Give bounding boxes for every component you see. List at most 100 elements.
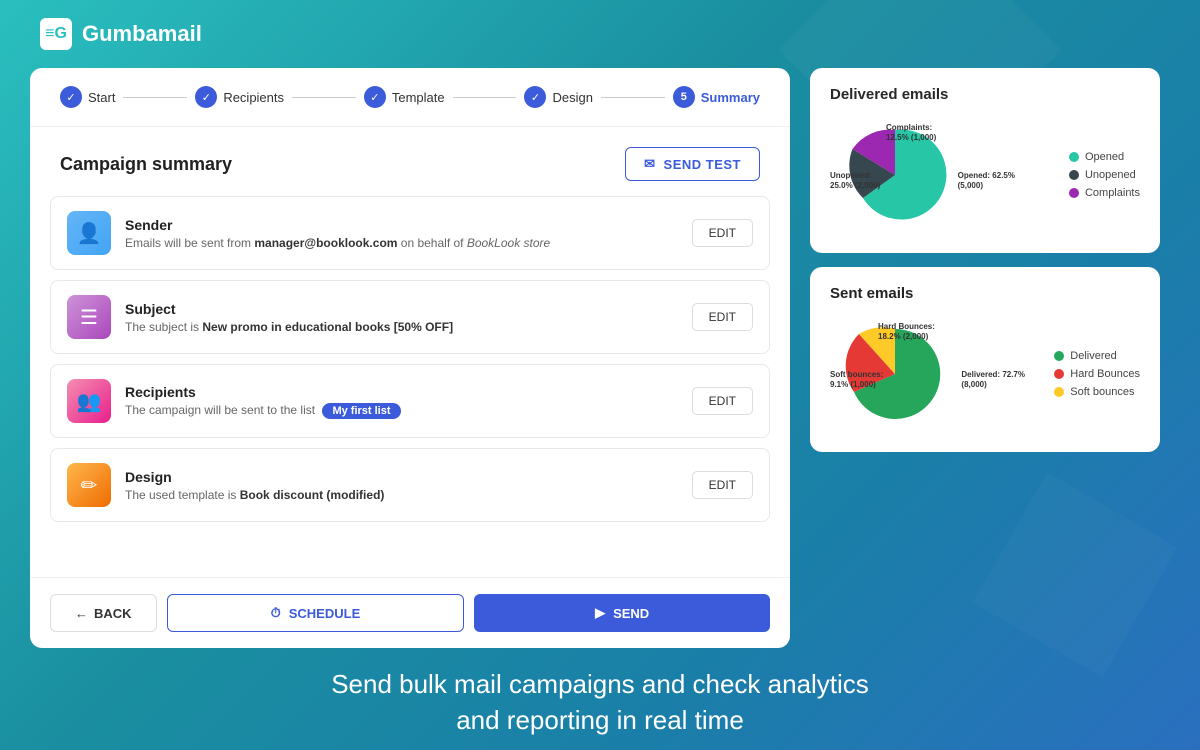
opened-dot: [1069, 152, 1079, 162]
sent-emails-title: Sent emails: [830, 285, 1140, 302]
sender-icon: 👤: [77, 221, 102, 246]
sender-title: Sender: [125, 217, 678, 233]
opened-annotation: Opened: 62.5%(5,000): [958, 171, 1015, 192]
unopened-annotation: Unopened:25.0% (2,000): [830, 171, 880, 192]
send-button[interactable]: ▶ SEND: [474, 594, 770, 632]
soft-bounces-dot: [1054, 387, 1064, 397]
design-prefix: The used template is: [125, 488, 240, 502]
summary-item-subject: ☰ Subject The subject is New promo in ed…: [50, 280, 770, 354]
summary-item-sender: 👤 Sender Emails will be sent from manage…: [50, 196, 770, 270]
soft-bounces-legend: Soft bounces: [1054, 386, 1140, 398]
send-test-button[interactable]: ✉ SEND TEST: [625, 147, 760, 181]
campaign-header: Campaign summary ✉ SEND TEST: [30, 127, 790, 196]
sender-desc-mid: on behalf of: [397, 236, 466, 250]
sender-desc: Emails will be sent from manager@bookloo…: [125, 236, 678, 250]
step-start: ✓ Start: [60, 86, 115, 108]
step-line-2: [292, 97, 356, 98]
sender-edit-button[interactable]: EDIT: [692, 219, 753, 247]
send-test-label: SEND TEST: [664, 157, 741, 172]
envelope-icon: ✉: [644, 156, 655, 172]
soft-bounces-annotation: Soft bounces:9.1% (1,000): [830, 370, 883, 391]
step-line-3: [453, 97, 517, 98]
campaign-title: Campaign summary: [60, 154, 232, 175]
design-edit-button[interactable]: EDIT: [692, 471, 753, 499]
recipients-icon-wrap: 👥: [67, 379, 111, 423]
stepper: ✓ Start ✓ Recipients ✓ Template ✓ Design…: [30, 68, 790, 127]
unopened-legend: Unopened: [1069, 169, 1140, 181]
back-label: BACK: [94, 606, 132, 621]
step-recipients: ✓ Recipients: [195, 86, 284, 108]
list-badge: My first list: [322, 403, 400, 419]
design-content: Design The used template is Book discoun…: [125, 469, 678, 502]
schedule-label: SCHEDULE: [289, 606, 361, 621]
delivered-dot: [1054, 351, 1064, 361]
step-line-1: [123, 97, 187, 98]
sender-store: BookLook store: [467, 236, 550, 250]
recipients-content: Recipients The campaign will be sent to …: [125, 384, 678, 419]
unopened-label: Unopened: [1085, 169, 1136, 181]
complaints-annotation: Complaints:12.5% (1,000): [886, 123, 936, 144]
step-template-label: Template: [392, 90, 445, 105]
tagline-line2: and reporting in real time: [0, 702, 1200, 738]
summary-items: 👤 Sender Emails will be sent from manage…: [30, 196, 790, 577]
app-name: Gumbamail: [82, 21, 202, 47]
delivered-legend-item: Delivered: [1054, 350, 1140, 362]
subject-content: Subject The subject is New promo in educ…: [125, 301, 678, 334]
step-summary-icon: 5: [673, 86, 695, 108]
recipients-title: Recipients: [125, 384, 678, 400]
subject-desc: The subject is New promo in educational …: [125, 320, 678, 334]
tagline: Send bulk mail campaigns and check analy…: [0, 648, 1200, 749]
step-start-icon: ✓: [60, 86, 82, 108]
clock-icon: ⏱: [271, 605, 281, 621]
step-summary: 5 Summary: [673, 86, 760, 108]
logo-icon: ≡G: [40, 18, 72, 50]
subject-prefix: The subject is: [125, 320, 202, 334]
delivered-emails-content: Complaints:12.5% (1,000) Unopened:25.0% …: [830, 115, 1140, 235]
back-arrow-icon: ←: [75, 606, 88, 621]
summary-item-recipients: 👥 Recipients The campaign will be sent t…: [50, 364, 770, 438]
card-footer: ← BACK ⏱ SCHEDULE ▶ SEND: [30, 577, 790, 648]
step-design: ✓ Design: [524, 86, 592, 108]
hard-bounces-label: Hard Bounces: [1070, 368, 1140, 380]
sent-emails-card: Sent emails Hard Bounces:18.2% (2,000) S…: [810, 267, 1160, 452]
step-start-label: Start: [88, 90, 115, 105]
back-button[interactable]: ← BACK: [50, 594, 157, 632]
step-line-4: [601, 97, 665, 98]
hard-bounces-dot: [1054, 369, 1064, 379]
subject-icon: ☰: [80, 305, 98, 330]
opened-label: Opened: [1085, 151, 1124, 163]
send-label: SEND: [613, 606, 649, 621]
unopened-dot: [1069, 170, 1079, 180]
design-desc: The used template is Book discount (modi…: [125, 488, 678, 502]
step-design-label: Design: [552, 90, 592, 105]
opened-legend: Opened: [1069, 151, 1140, 163]
recipients-edit-button[interactable]: EDIT: [692, 387, 753, 415]
subject-title: Subject: [125, 301, 678, 317]
step-design-icon: ✓: [524, 86, 546, 108]
subject-edit-button[interactable]: EDIT: [692, 303, 753, 331]
delivered-label: Delivered: [1070, 350, 1116, 362]
design-template: Book discount (modified): [240, 488, 385, 502]
design-icon-wrap: ✏: [67, 463, 111, 507]
send-arrow-icon: ▶: [595, 605, 605, 621]
sender-desc-prefix: Emails will be sent from: [125, 236, 254, 250]
sent-emails-content: Hard Bounces:18.2% (2,000) Soft bounces:…: [830, 314, 1140, 434]
sender-icon-wrap: 👤: [67, 211, 111, 255]
delivered-legend: Opened Unopened Complaints: [1069, 151, 1140, 199]
complaints-legend: Complaints: [1069, 187, 1140, 199]
recipients-desc: The campaign will be sent to the list My…: [125, 403, 678, 419]
summary-item-design: ✏ Design The used template is Book disco…: [50, 448, 770, 522]
step-template: ✓ Template: [364, 86, 445, 108]
delivered-annotation: Delivered: 72.7%(8,000): [961, 370, 1025, 391]
schedule-button[interactable]: ⏱ SCHEDULE: [167, 594, 465, 632]
subject-icon-wrap: ☰: [67, 295, 111, 339]
sender-content: Sender Emails will be sent from manager@…: [125, 217, 678, 250]
subject-text: New promo in educational books [50% OFF]: [202, 320, 453, 334]
hard-bounces-legend: Hard Bounces: [1054, 368, 1140, 380]
complaints-dot: [1069, 188, 1079, 198]
design-icon: ✏: [81, 473, 98, 498]
delivered-pie-wrap: Complaints:12.5% (1,000) Unopened:25.0% …: [830, 115, 960, 235]
sender-email: manager@booklook.com: [254, 236, 397, 250]
design-title: Design: [125, 469, 678, 485]
tagline-line1: Send bulk mail campaigns and check analy…: [0, 666, 1200, 702]
